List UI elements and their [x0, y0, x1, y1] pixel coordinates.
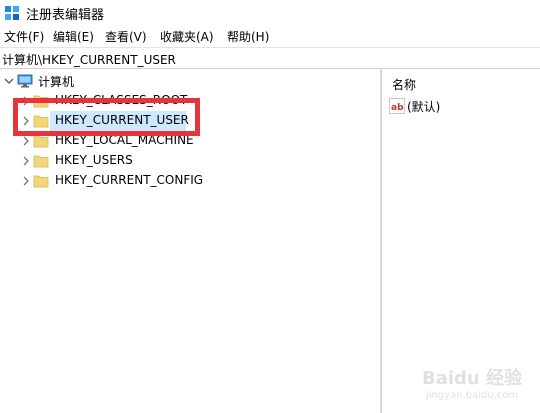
tree-root-computer[interactable]: 计算机: [0, 71, 200, 91]
chevron-right-icon[interactable]: [21, 175, 31, 187]
menu-view[interactable]: 查看(V): [105, 28, 147, 45]
chevron-right-icon[interactable]: [21, 135, 31, 147]
chevron-down-icon[interactable]: [4, 75, 14, 87]
watermark-text: Baidu 经验: [422, 368, 523, 389]
annotation-highlight-box: [13, 98, 200, 136]
baidu-watermark: Baidu 经验 jingyan.baidu.com: [418, 362, 538, 412]
computer-icon: [17, 74, 33, 88]
address-bar[interactable]: 计算机\HKEY_CURRENT_USER: [0, 47, 540, 69]
pane-splitter[interactable]: [380, 68, 382, 413]
chevron-right-icon[interactable]: [21, 155, 31, 167]
tree-item-hkey-users[interactable]: HKEY_USERS: [0, 151, 200, 171]
string-value-icon: ab: [389, 98, 405, 114]
menu-bar: 文件(F) 编辑(E) 查看(V) 收藏夹(A) 帮助(H): [0, 26, 540, 46]
tree-root-label: 计算机: [38, 75, 75, 89]
menu-favorites[interactable]: 收藏夹(A): [160, 28, 214, 45]
menu-file[interactable]: 文件(F): [4, 28, 44, 45]
regedit-icon: [5, 6, 19, 20]
address-path[interactable]: 计算机\HKEY_CURRENT_USER: [2, 51, 176, 68]
folder-icon: [33, 155, 49, 168]
title-bar: 注册表编辑器: [0, 0, 540, 26]
tree-item-hkey-current-config[interactable]: HKEY_CURRENT_CONFIG: [0, 171, 220, 191]
folder-icon: [33, 175, 49, 188]
window-title: 注册表编辑器: [26, 8, 105, 23]
value-name: (默认): [407, 100, 441, 114]
menu-edit[interactable]: 编辑(E): [53, 28, 94, 45]
menu-help[interactable]: 帮助(H): [227, 28, 269, 45]
column-header-name[interactable]: 名称: [392, 76, 416, 93]
tree-item-label: HKEY_CURRENT_CONFIG: [55, 173, 204, 187]
watermark-sub: jingyan.baidu.com: [426, 390, 519, 401]
svg-text:ab: ab: [391, 103, 404, 113]
tree-item-label: HKEY_USERS: [55, 153, 133, 167]
